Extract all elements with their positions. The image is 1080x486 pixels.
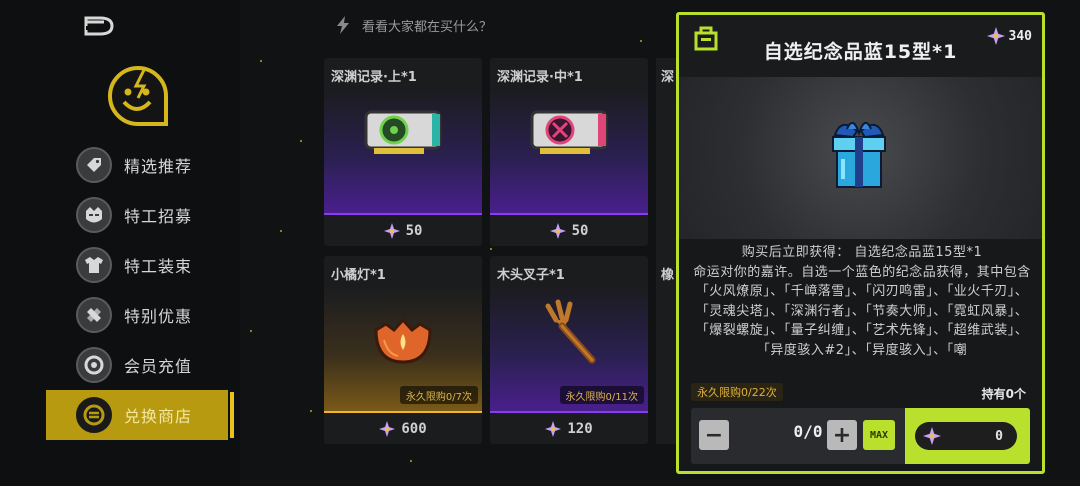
sidebar-item-label: 特工招募 bbox=[124, 207, 193, 226]
agent-icon bbox=[76, 197, 112, 233]
item-title: 深 bbox=[661, 70, 675, 85]
sidebar-item-recruit[interactable]: 特工招募 bbox=[46, 190, 228, 240]
exchange-icon bbox=[76, 397, 112, 433]
currency-balance: 340 bbox=[986, 27, 1032, 45]
purchase-button[interactable]: 0 bbox=[905, 408, 1030, 464]
gift-box-icon bbox=[832, 122, 886, 188]
discount-icon bbox=[76, 297, 112, 333]
plus-icon: + bbox=[832, 422, 852, 448]
purchase-controls: − 0/0 + MAX 0 bbox=[691, 408, 1030, 464]
orange-lamp-icon bbox=[374, 317, 432, 364]
shop-item-card[interactable]: 深渊记录·上*1 50 bbox=[324, 58, 482, 246]
outfit-icon bbox=[76, 247, 112, 283]
detail-item-image bbox=[679, 77, 1042, 239]
sidebar: 精选推荐 特工招募 特工装束 特别优惠 会员充值 兑换商店 bbox=[0, 0, 240, 486]
sidebar-item-vip[interactable]: 会员充值 bbox=[46, 340, 228, 390]
purchase-limit-badge: 永久限购0/22次 bbox=[691, 383, 783, 401]
item-image bbox=[490, 88, 648, 214]
max-quantity-button[interactable]: MAX bbox=[863, 420, 895, 450]
sidebar-item-featured[interactable]: 精选推荐 bbox=[46, 140, 228, 190]
item-title: 木头叉子*1 bbox=[497, 268, 565, 283]
purchase-hint[interactable]: 看看大家都在买什么？ bbox=[336, 10, 492, 40]
owned-count: 持有0个 bbox=[981, 387, 1026, 401]
rarity-line bbox=[490, 213, 648, 215]
item-price: 600 bbox=[324, 416, 482, 442]
item-detail-panel: 自选纪念品蓝15型*1 340 购买后立即获得： 自选纪念品蓝15型*1 命运对… bbox=[676, 12, 1045, 474]
detail-header: 自选纪念品蓝15型*1 340 bbox=[679, 15, 1042, 77]
shop-item-card[interactable]: 木头叉子*1 永久限购0/11次 120 bbox=[490, 256, 648, 444]
sidebar-item-label: 特工装束 bbox=[124, 257, 193, 276]
sidebar-item-label: 会员充值 bbox=[124, 357, 193, 376]
purchase-limit-badge: 永久限购0/11次 bbox=[559, 386, 644, 404]
purchase-limit-badge: 永久限购0/7次 bbox=[399, 386, 478, 404]
rarity-line bbox=[324, 411, 482, 413]
item-title: 深渊记录·上*1 bbox=[331, 70, 417, 85]
minus-icon: − bbox=[704, 422, 724, 448]
sidebar-item-label: 精选推荐 bbox=[124, 157, 193, 176]
sidebar-item-exchange-shop[interactable]: 兑换商店 bbox=[46, 390, 234, 440]
shop-item-card[interactable]: 小橘灯*1 永久限购0/7次 600 bbox=[324, 256, 482, 444]
increase-quantity-button[interactable]: + bbox=[827, 420, 857, 450]
wooden-fork-icon bbox=[545, 299, 596, 364]
sidebar-item-outfit[interactable]: 特工装束 bbox=[46, 240, 228, 290]
item-image bbox=[324, 88, 482, 214]
gem-currency-icon bbox=[545, 421, 562, 437]
item-title: 橡 bbox=[661, 268, 675, 283]
item-title: 小橘灯*1 bbox=[331, 268, 386, 283]
item-price: 50 bbox=[490, 218, 648, 244]
gem-currency-icon bbox=[379, 421, 396, 437]
back-icon[interactable] bbox=[82, 14, 116, 36]
smiley-logo-icon bbox=[107, 66, 168, 126]
lightning-icon bbox=[337, 16, 349, 34]
detail-description[interactable]: 购买后立即获得： 自选纪念品蓝15型*1 命运对你的嘉许。自选一个蓝色的纪念品获… bbox=[693, 243, 1031, 371]
shop-item-card[interactable]: 深渊记录·中*1 50 bbox=[490, 58, 648, 246]
hint-text: 看看大家都在买什么？ bbox=[362, 19, 493, 35]
gem-currency-icon bbox=[383, 223, 400, 239]
abyss-record-middle-icon bbox=[530, 110, 608, 154]
gem-currency-icon bbox=[923, 427, 941, 445]
gem-currency-icon bbox=[549, 223, 566, 239]
sidebar-item-label: 兑换商店 bbox=[124, 407, 193, 426]
decrease-quantity-button[interactable]: − bbox=[699, 420, 729, 450]
gem-currency-icon bbox=[986, 27, 1005, 45]
sidebar-item-label: 特别优惠 bbox=[124, 307, 193, 326]
item-price: 120 bbox=[490, 416, 648, 442]
rarity-line bbox=[490, 411, 648, 413]
rarity-line bbox=[324, 213, 482, 215]
item-title: 深渊记录·中*1 bbox=[497, 70, 583, 85]
sidebar-item-special-offer[interactable]: 特别优惠 bbox=[46, 290, 228, 340]
tag-icon bbox=[76, 147, 112, 183]
vip-icon bbox=[76, 347, 112, 383]
item-price: 50 bbox=[324, 218, 482, 244]
purchase-total: 0 bbox=[915, 422, 1017, 450]
sidebar-nav: 精选推荐 特工招募 特工装束 特别优惠 会员充值 兑换商店 bbox=[46, 140, 234, 440]
abyss-record-upper-icon bbox=[364, 110, 442, 154]
